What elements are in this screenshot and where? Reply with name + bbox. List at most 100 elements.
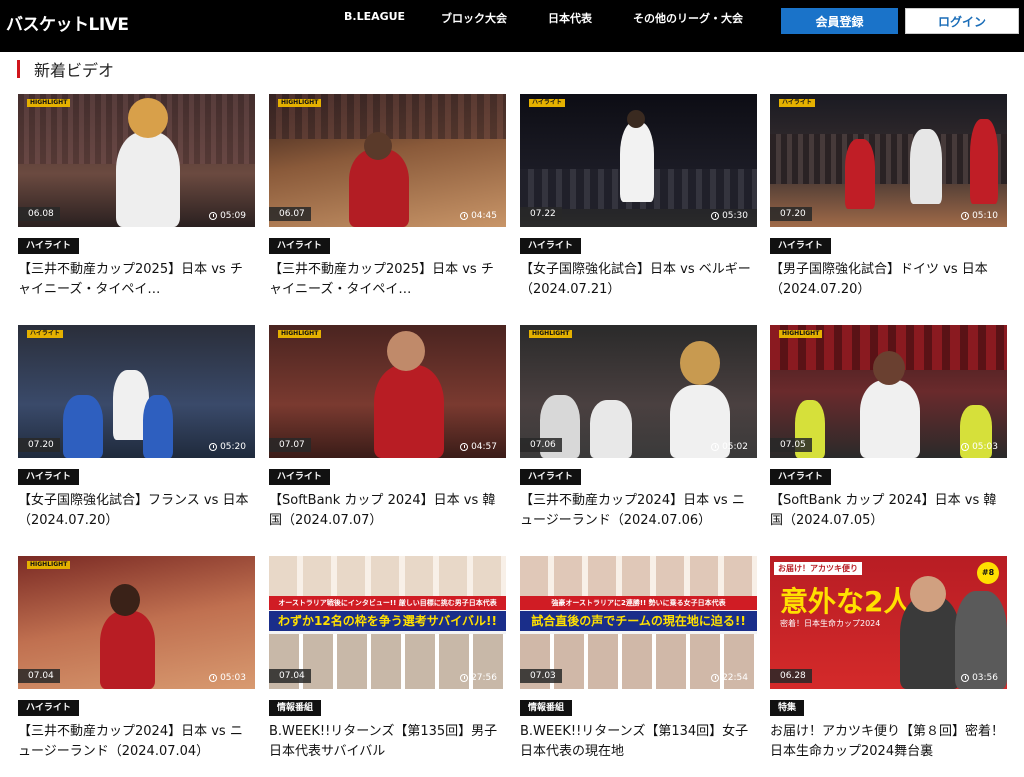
video-duration: 05:03: [961, 442, 998, 452]
thumbnail-banner-main: 試合直後の声でチームの現在地に迫る!!: [520, 611, 757, 631]
video-duration: 05:30: [711, 211, 748, 221]
video-title[interactable]: B.WEEK!!リターンズ【第135回】男子日本代表サバイバル: [269, 722, 506, 762]
video-card[interactable]: HIGHLIGHT 06.07 04:45 ハイライト 【三井不動産カップ202…: [269, 94, 506, 300]
video-badge: HIGHLIGHT: [278, 99, 322, 107]
category-tag: ハイライト: [18, 238, 79, 254]
video-card[interactable]: HIGHLIGHT 06.08 05:09 ハイライト 【三井不動産カップ202…: [18, 94, 255, 300]
duration-text: 05:02: [722, 442, 748, 452]
duration-text: 05:03: [972, 442, 998, 452]
video-thumbnail[interactable]: HIGHLIGHT 07.05 05:03: [770, 325, 1007, 458]
duration-text: 05:30: [722, 211, 748, 221]
category-tag: 情報番組: [269, 700, 322, 716]
video-title[interactable]: 【三井不動産カップ2024】日本 vs ニュージーランド（2024.07.04）: [18, 722, 255, 762]
video-duration: 03:56: [961, 673, 998, 683]
login-button[interactable]: ログイン: [905, 8, 1019, 34]
video-card[interactable]: お届け！アカツキ便り 意外な2人 密着！日本生命カップ2024 #8 06.28…: [770, 556, 1007, 762]
video-date: 07.20: [18, 438, 60, 452]
video-title[interactable]: B.WEEK!!リターンズ【第134回】女子日本代表の現在地: [520, 722, 757, 762]
clock-icon: [209, 443, 218, 451]
video-date: 07.04: [269, 669, 311, 683]
section-heading: 新着ビデオ: [17, 58, 114, 80]
register-button[interactable]: 会員登録: [781, 8, 898, 34]
category-tag: 特集: [770, 700, 805, 716]
thumbnail-subline: 密着！日本生命カップ2024: [780, 619, 881, 628]
section-accent-bar: [17, 60, 20, 78]
video-card[interactable]: オーストラリア戦後にインタビュー!! 厳しい目標に挑む男子日本代表 わずか12名…: [269, 556, 506, 762]
video-title[interactable]: 【三井不動産カップ2024】日本 vs ニュージーランド（2024.07.06）: [520, 491, 757, 531]
category-tag: 情報番組: [520, 700, 573, 716]
clock-icon: [711, 212, 720, 220]
video-card[interactable]: HIGHLIGHT 07.07 04:57 ハイライト 【SoftBank カッ…: [269, 325, 506, 531]
video-badge: ハイライト: [779, 99, 815, 107]
clock-icon: [460, 443, 469, 451]
video-title[interactable]: 【女子国際強化試合】日本 vs ベルギー（2024.07.21）: [520, 260, 757, 300]
video-card[interactable]: HIGHLIGHT 07.05 05:03 ハイライト 【SoftBank カッ…: [770, 325, 1007, 531]
video-duration: 04:57: [460, 442, 497, 452]
category-tag: ハイライト: [770, 469, 831, 485]
video-badge: HIGHLIGHT: [27, 99, 71, 107]
duration-text: 22:54: [722, 673, 748, 683]
clock-icon: [209, 674, 218, 682]
clock-icon: [961, 443, 970, 451]
video-thumbnail[interactable]: HIGHLIGHT 07.06 05:02: [520, 325, 757, 458]
video-card[interactable]: HIGHLIGHT 07.06 05:02 ハイライト 【三井不動産カップ202…: [520, 325, 757, 531]
video-duration: 05:02: [711, 442, 748, 452]
clock-icon: [209, 212, 218, 220]
video-date: 07.07: [269, 438, 311, 452]
video-card[interactable]: ハイライト 07.22 05:30 ハイライト 【女子国際強化試合】日本 vs …: [520, 94, 757, 300]
video-date: 07.06: [520, 438, 562, 452]
duration-text: 03:56: [972, 673, 998, 683]
video-badge: ハイライト: [529, 99, 565, 107]
nav-block-tournament[interactable]: ブロック大会: [441, 10, 507, 26]
category-tag: ハイライト: [520, 238, 581, 254]
video-date: 07.22: [520, 207, 562, 221]
video-thumbnail[interactable]: HIGHLIGHT 06.07 04:45: [269, 94, 506, 227]
video-thumbnail[interactable]: ハイライト 07.20 05:10: [770, 94, 1007, 227]
video-badge: HIGHLIGHT: [529, 330, 573, 338]
video-title[interactable]: 【SoftBank カップ 2024】日本 vs 韓国（2024.07.05）: [770, 491, 1007, 531]
video-title[interactable]: 【三井不動産カップ2025】日本 vs チャイニーズ・タイペイ…: [269, 260, 506, 300]
nav-japan-national-team[interactable]: 日本代表: [548, 10, 592, 26]
video-card[interactable]: 強豪オーストラリアに2連勝!! 勢いに乗る女子日本代表 試合直後の声でチームの現…: [520, 556, 757, 762]
video-badge: HIGHLIGHT: [27, 561, 71, 569]
category-tag: ハイライト: [269, 238, 330, 254]
video-thumbnail[interactable]: HIGHLIGHT 07.04 05:03: [18, 556, 255, 689]
video-title[interactable]: 【女子国際強化試合】フランス vs 日本（2024.07.20）: [18, 491, 255, 531]
category-tag: ハイライト: [520, 469, 581, 485]
video-duration: 05:20: [209, 442, 246, 452]
video-date: 07.20: [770, 207, 812, 221]
duration-text: 05:09: [220, 211, 246, 221]
video-date: 06.28: [770, 669, 812, 683]
video-thumbnail[interactable]: 強豪オーストラリアに2連勝!! 勢いに乗る女子日本代表 試合直後の声でチームの現…: [520, 556, 757, 689]
video-thumbnail[interactable]: HIGHLIGHT 06.08 05:09: [18, 94, 255, 227]
video-thumbnail[interactable]: オーストラリア戦後にインタビュー!! 厳しい目標に挑む男子日本代表 わずか12名…: [269, 556, 506, 689]
video-card[interactable]: ハイライト 07.20 05:10 ハイライト 【男子国際強化試合】ドイツ vs…: [770, 94, 1007, 300]
video-badge: ハイライト: [27, 330, 63, 338]
duration-text: 27:56: [471, 673, 497, 683]
thumbnail-banner-top: 強豪オーストラリアに2連勝!! 勢いに乗る女子日本代表: [520, 596, 757, 610]
clock-icon: [961, 212, 970, 220]
thumbnail-headline: 意外な2人: [780, 585, 912, 618]
video-duration: 05:09: [209, 211, 246, 221]
site-logo[interactable]: バスケットLIVE: [6, 10, 129, 35]
video-date: 07.05: [770, 438, 812, 452]
video-thumbnail[interactable]: ハイライト 07.20 05:20: [18, 325, 255, 458]
video-title[interactable]: 【男子国際強化試合】ドイツ vs 日本（2024.07.20）: [770, 260, 1007, 300]
video-date: 06.08: [18, 207, 60, 221]
video-card[interactable]: ハイライト 07.20 05:20 ハイライト 【女子国際強化試合】フランス v…: [18, 325, 255, 531]
video-card[interactable]: HIGHLIGHT 07.04 05:03 ハイライト 【三井不動産カップ202…: [18, 556, 255, 762]
video-thumbnail[interactable]: HIGHLIGHT 07.07 04:57: [269, 325, 506, 458]
video-date: 06.07: [269, 207, 311, 221]
duration-text: 04:57: [471, 442, 497, 452]
video-title[interactable]: お届け！アカツキ便り【第８回】密着！日本生命カップ2024舞台裏: [770, 722, 1007, 762]
clock-icon: [711, 443, 720, 451]
video-title[interactable]: 【SoftBank カップ 2024】日本 vs 韓国（2024.07.07）: [269, 491, 506, 531]
category-tag: ハイライト: [269, 469, 330, 485]
video-thumbnail[interactable]: ハイライト 07.22 05:30: [520, 94, 757, 227]
video-thumbnail[interactable]: お届け！アカツキ便り 意外な2人 密着！日本生命カップ2024 #8 06.28…: [770, 556, 1007, 689]
section-title: 新着ビデオ: [34, 61, 115, 80]
video-title[interactable]: 【三井不動産カップ2025】日本 vs チャイニーズ・タイペイ…: [18, 260, 255, 300]
nav-other-leagues[interactable]: その他のリーグ・大会: [633, 10, 743, 26]
clock-icon: [460, 212, 469, 220]
nav-b-league[interactable]: B.LEAGUE: [344, 10, 405, 23]
